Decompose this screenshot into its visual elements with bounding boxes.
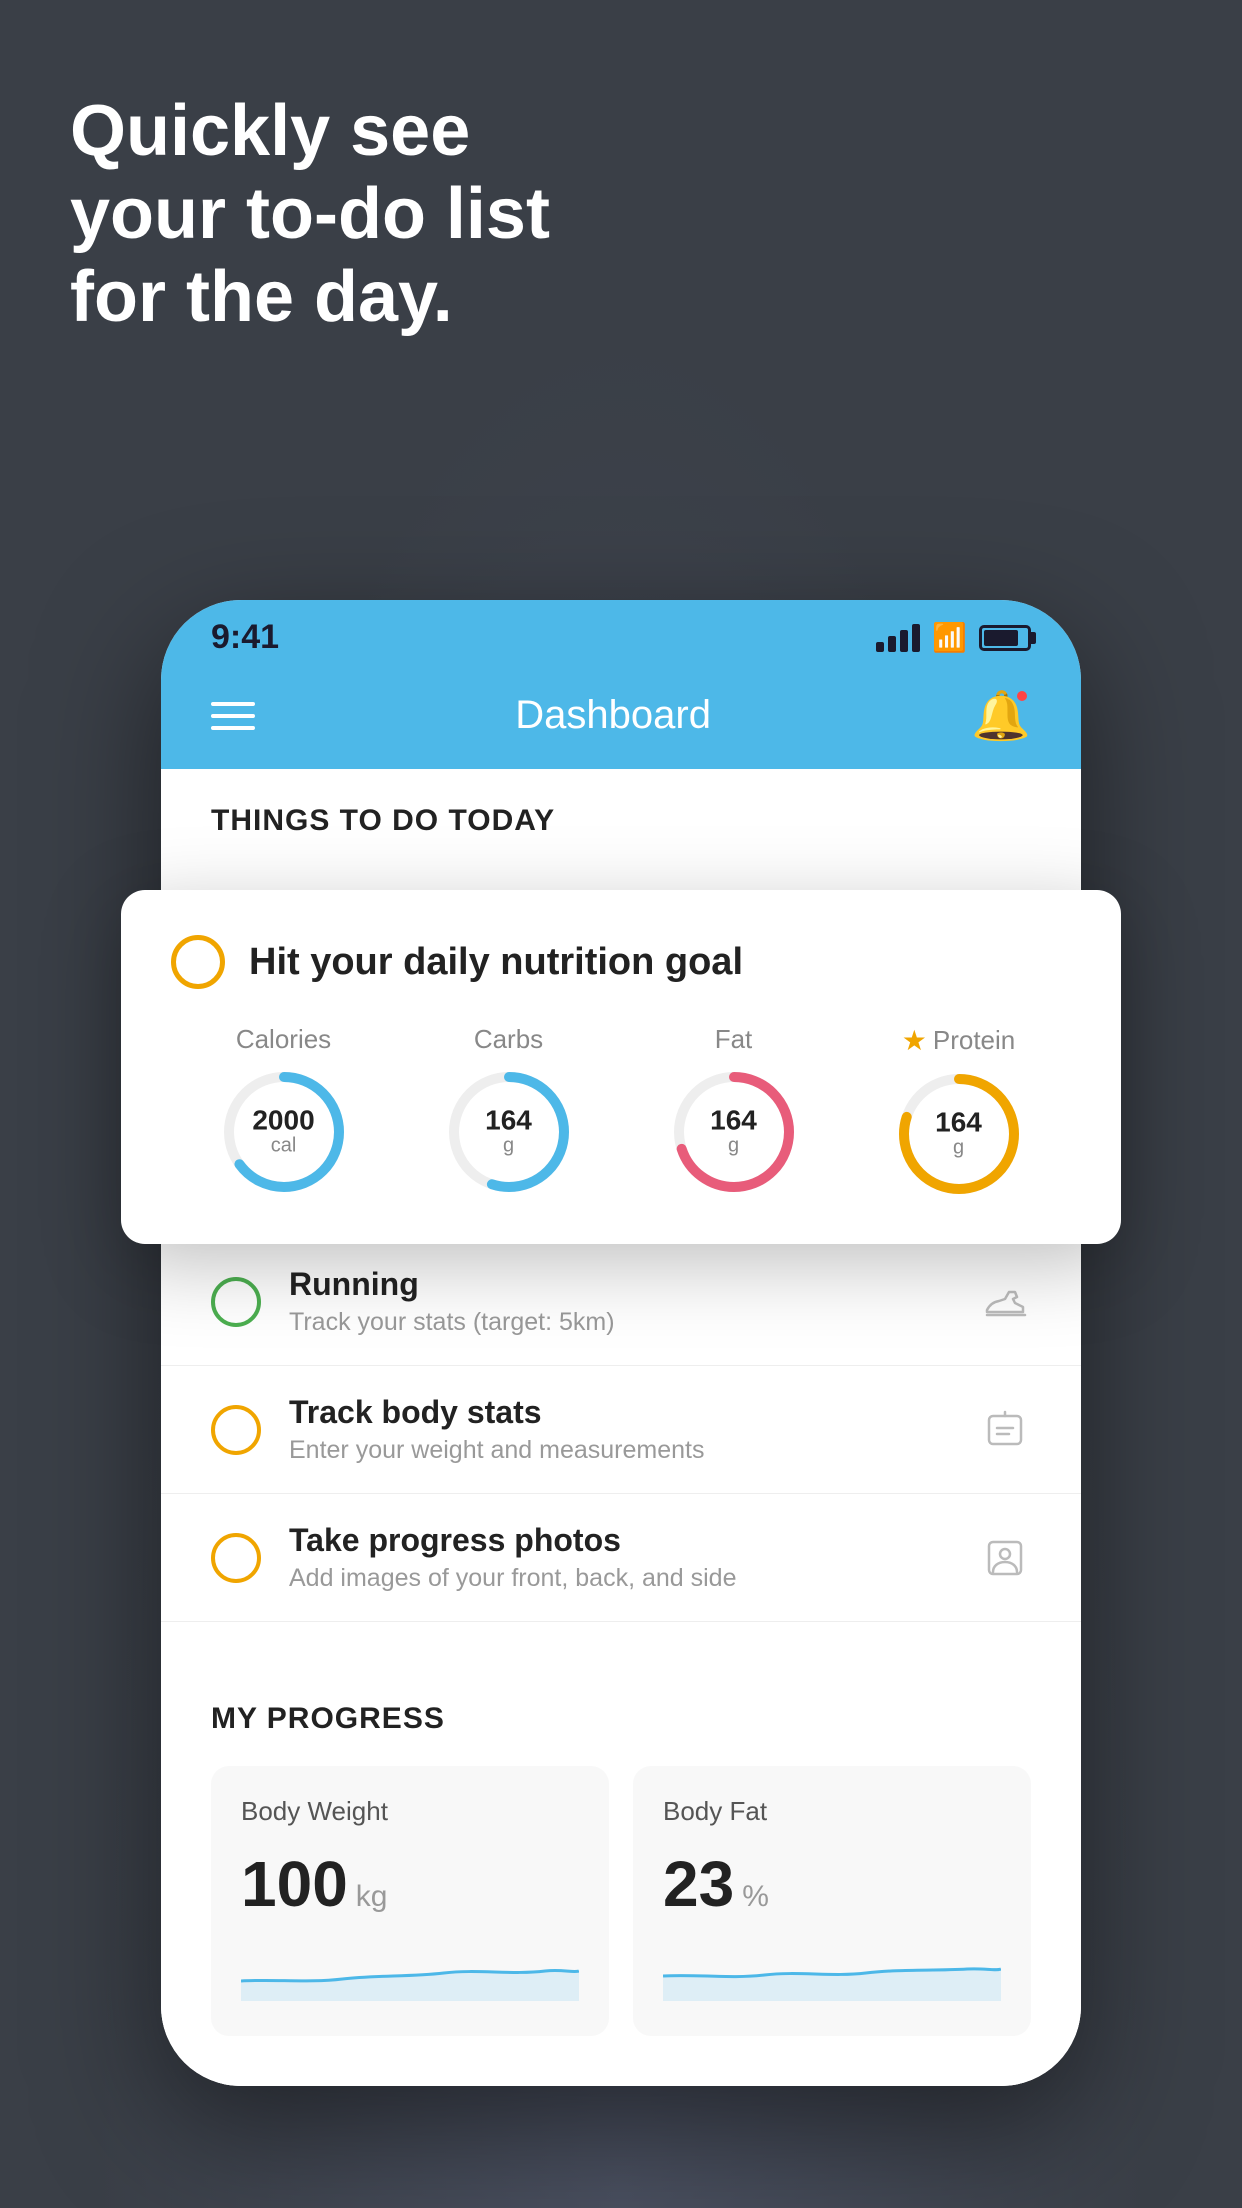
body-weight-card: Body Weight 100 kg [211, 1766, 609, 2036]
calories-unit: cal [252, 1135, 314, 1158]
body-weight-card-title: Body Weight [241, 1796, 579, 1827]
carbs-value: 164 [485, 1107, 532, 1135]
progress-title: MY PROGRESS [211, 1702, 1031, 1736]
todo-text-running: Running Track your stats (target: 5km) [289, 1266, 951, 1337]
status-icons: 📶 [876, 621, 1031, 654]
body-weight-number: 100 [241, 1847, 348, 1921]
fat-text: 164 g [710, 1107, 757, 1158]
body-weight-unit: kg [356, 1880, 388, 1914]
todo-circle-running [211, 1277, 261, 1327]
nutrition-circles: Calories 2000 cal Carbs [171, 1024, 1071, 1199]
body-fat-value: 23 % [663, 1847, 1001, 1921]
nutrition-item-protein: ★ Protein 164 g [894, 1024, 1024, 1199]
scale-icon [979, 1404, 1031, 1456]
todo-title-running: Running [289, 1266, 951, 1303]
body-weight-chart [241, 1941, 579, 2001]
phone-frame: 9:41 📶 Dashboard 🔔 [161, 600, 1081, 2086]
protein-value: 164 [935, 1109, 982, 1137]
fat-label: Fat [715, 1024, 753, 1055]
hamburger-line-1 [211, 702, 255, 706]
status-bar: 9:41 📶 [161, 600, 1081, 667]
todo-item-running[interactable]: Running Track your stats (target: 5km) [161, 1238, 1081, 1366]
carbs-text: 164 g [485, 1107, 532, 1158]
battery-fill [984, 630, 1018, 646]
battery-icon [979, 625, 1031, 651]
carbs-label: Carbs [474, 1024, 543, 1055]
shoe-icon [979, 1276, 1031, 1328]
protein-star-icon: ★ [902, 1024, 927, 1057]
calories-label: Calories [236, 1024, 331, 1055]
signal-bar-1 [876, 642, 884, 652]
hamburger-line-2 [211, 714, 255, 718]
status-time: 9:41 [211, 618, 279, 657]
nutrition-item-carbs: Carbs 164 g [444, 1024, 574, 1197]
nav-bar: Dashboard 🔔 [161, 667, 1081, 769]
todo-title-body-stats: Track body stats [289, 1394, 951, 1431]
protein-text: 164 g [935, 1109, 982, 1160]
nutrition-check-circle [171, 935, 225, 989]
nutrition-item-calories: Calories 2000 cal [219, 1024, 349, 1197]
todo-subtitle-photos: Add images of your front, back, and side [289, 1564, 951, 1593]
menu-button[interactable] [211, 702, 255, 730]
todo-circle-photos [211, 1533, 261, 1583]
todo-subtitle-running: Track your stats (target: 5km) [289, 1308, 951, 1337]
todo-list: Running Track your stats (target: 5km) T… [161, 1238, 1081, 1622]
body-weight-value: 100 kg [241, 1847, 579, 1921]
fat-value: 164 [710, 1107, 757, 1135]
signal-bar-4 [912, 624, 920, 652]
body-fat-card: Body Fat 23 % [633, 1766, 1031, 2036]
signal-bar-3 [900, 630, 908, 652]
carbs-unit: g [485, 1135, 532, 1158]
section-header: THINGS TO DO TODAY [161, 769, 1081, 858]
calories-text: 2000 cal [252, 1107, 314, 1158]
todo-text-body-stats: Track body stats Enter your weight and m… [289, 1394, 951, 1465]
notification-button[interactable]: 🔔 [971, 687, 1031, 744]
person-icon [979, 1532, 1031, 1584]
hamburger-line-3 [211, 726, 255, 730]
headline: Quickly see your to-do list for the day. [70, 90, 550, 338]
todo-item-photos[interactable]: Take progress photos Add images of your … [161, 1494, 1081, 1622]
todo-item-body-stats[interactable]: Track body stats Enter your weight and m… [161, 1366, 1081, 1494]
fat-unit: g [710, 1135, 757, 1158]
calories-value: 2000 [252, 1107, 314, 1135]
nutrition-card-title: Hit your daily nutrition goal [249, 941, 743, 984]
todo-title-photos: Take progress photos [289, 1522, 951, 1559]
todo-circle-body-stats [211, 1405, 261, 1455]
todo-subtitle-body-stats: Enter your weight and measurements [289, 1436, 951, 1465]
wifi-icon: 📶 [932, 621, 967, 654]
signal-bars-icon [876, 624, 920, 652]
notification-dot [1015, 689, 1029, 703]
calories-chart: 2000 cal [219, 1067, 349, 1197]
protein-label-container: ★ Protein [902, 1024, 1016, 1057]
nutrition-card: Hit your daily nutrition goal Calories 2… [121, 890, 1121, 1244]
signal-bar-2 [888, 636, 896, 652]
protein-chart: 164 g [894, 1069, 1024, 1199]
body-fat-unit: % [742, 1880, 769, 1914]
todo-text-photos: Take progress photos Add images of your … [289, 1522, 951, 1593]
section-title: THINGS TO DO TODAY [211, 804, 555, 837]
body-fat-card-title: Body Fat [663, 1796, 1001, 1827]
fat-chart: 164 g [669, 1067, 799, 1197]
nutrition-item-fat: Fat 164 g [669, 1024, 799, 1197]
progress-section: MY PROGRESS Body Weight 100 kg B [161, 1652, 1081, 2086]
nav-title: Dashboard [515, 693, 711, 738]
progress-cards: Body Weight 100 kg Body Fat 23 % [211, 1766, 1031, 2036]
headline-line2: your to-do list [70, 173, 550, 256]
protein-label: Protein [933, 1025, 1015, 1056]
body-fat-chart [663, 1941, 1001, 2001]
nutrition-card-header: Hit your daily nutrition goal [171, 935, 1071, 989]
body-fat-number: 23 [663, 1847, 734, 1921]
carbs-chart: 164 g [444, 1067, 574, 1197]
protein-unit: g [935, 1137, 982, 1160]
headline-line1: Quickly see [70, 90, 550, 173]
headline-line3: for the day. [70, 256, 550, 339]
